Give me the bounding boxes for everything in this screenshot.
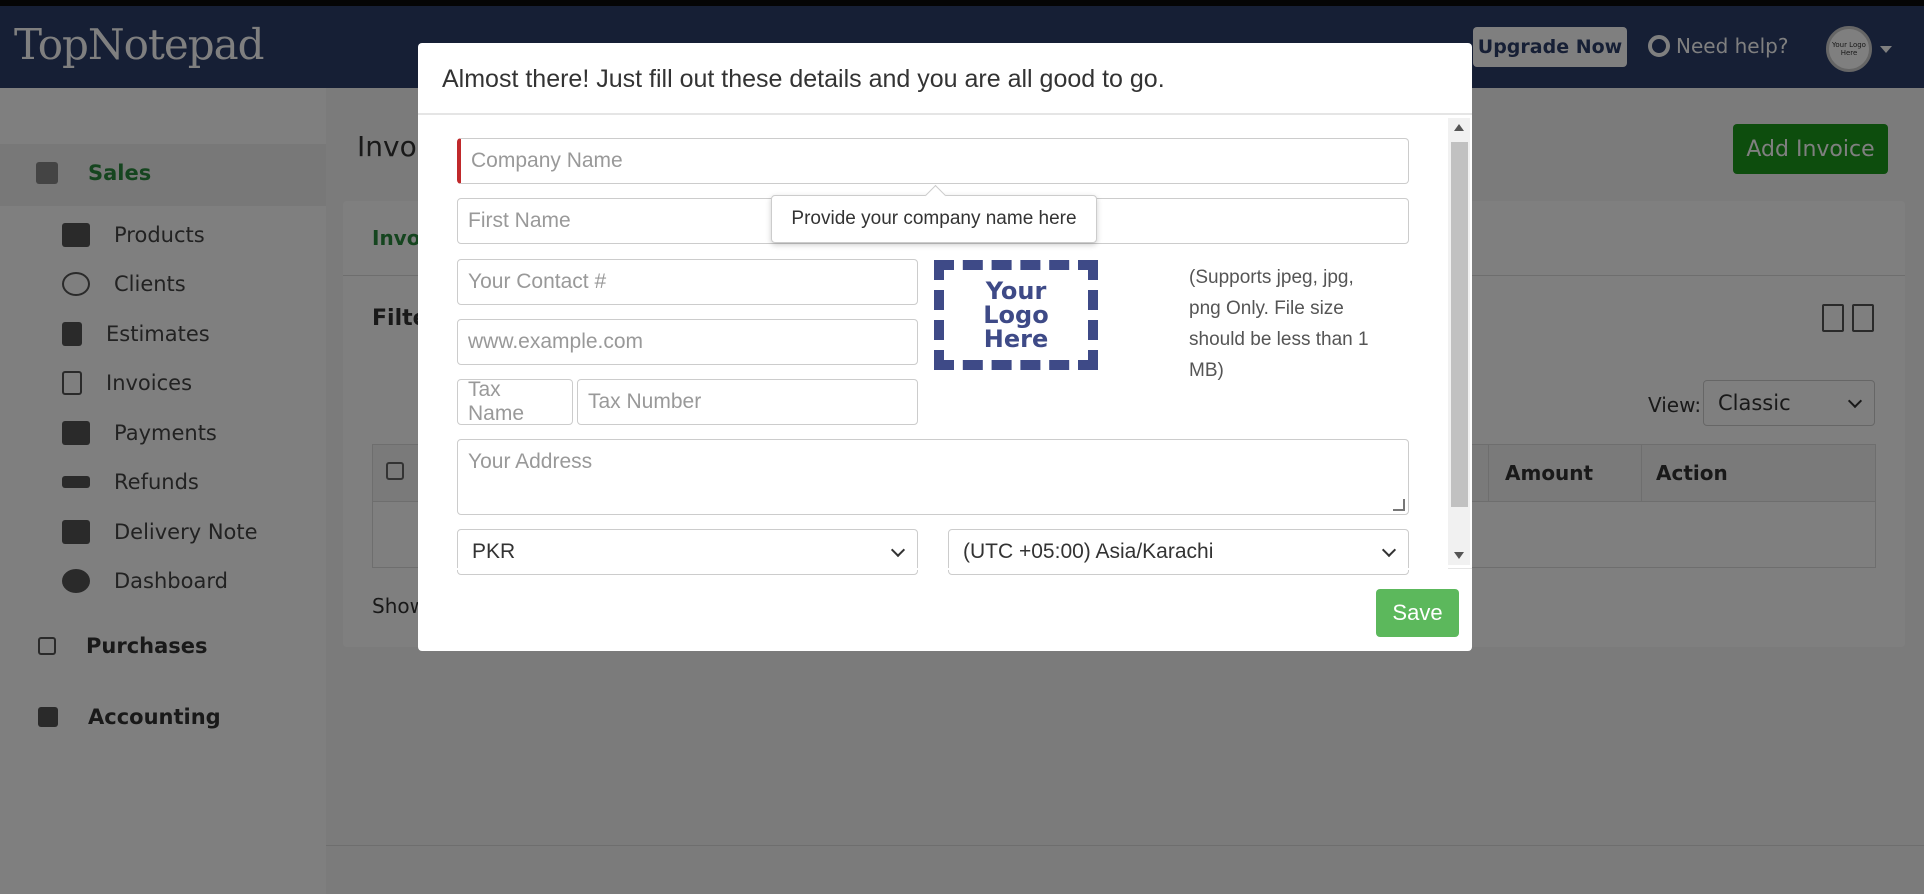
resize-handle-icon[interactable]	[1393, 499, 1405, 511]
website-input[interactable]: www.example.com	[457, 319, 918, 365]
company-name-tooltip: Provide your company name here	[771, 195, 1097, 243]
logo-text-line: Logo	[983, 301, 1049, 329]
logo-text-line: Here	[983, 325, 1049, 353]
company-name-input[interactable]: Company Name	[457, 138, 1409, 184]
scroll-up-icon[interactable]	[1454, 124, 1464, 131]
chevron-down-icon	[890, 542, 906, 557]
modal-header-divider	[418, 113, 1472, 115]
scrollbar-thumb[interactable]	[1451, 142, 1468, 507]
scroll-down-icon[interactable]	[1454, 552, 1464, 559]
tax-number-input[interactable]: Tax Number	[577, 379, 918, 425]
contact-number-input[interactable]: Your Contact #	[457, 259, 918, 305]
modal-body-edge	[418, 568, 1448, 570]
logo-text-line: Your	[985, 277, 1047, 305]
address-textarea[interactable]: Your Address	[457, 439, 1409, 515]
logo-upload[interactable]: Your Logo Here	[934, 260, 1098, 370]
logo-supports-hint: (Supports jpeg, jpg, png Only. File size…	[1189, 267, 1369, 381]
chevron-down-icon	[1381, 542, 1397, 557]
currency-value: PKR	[472, 540, 516, 563]
timezone-value: (UTC +05:00) Asia/Karachi	[963, 540, 1214, 563]
logo-placeholder-text: Your Logo Here	[983, 279, 1048, 351]
modal-title: Almost there! Just fill out these detail…	[442, 65, 1165, 93]
save-button[interactable]: Save	[1376, 589, 1459, 637]
tax-name-input[interactable]: Tax Name	[457, 378, 573, 425]
